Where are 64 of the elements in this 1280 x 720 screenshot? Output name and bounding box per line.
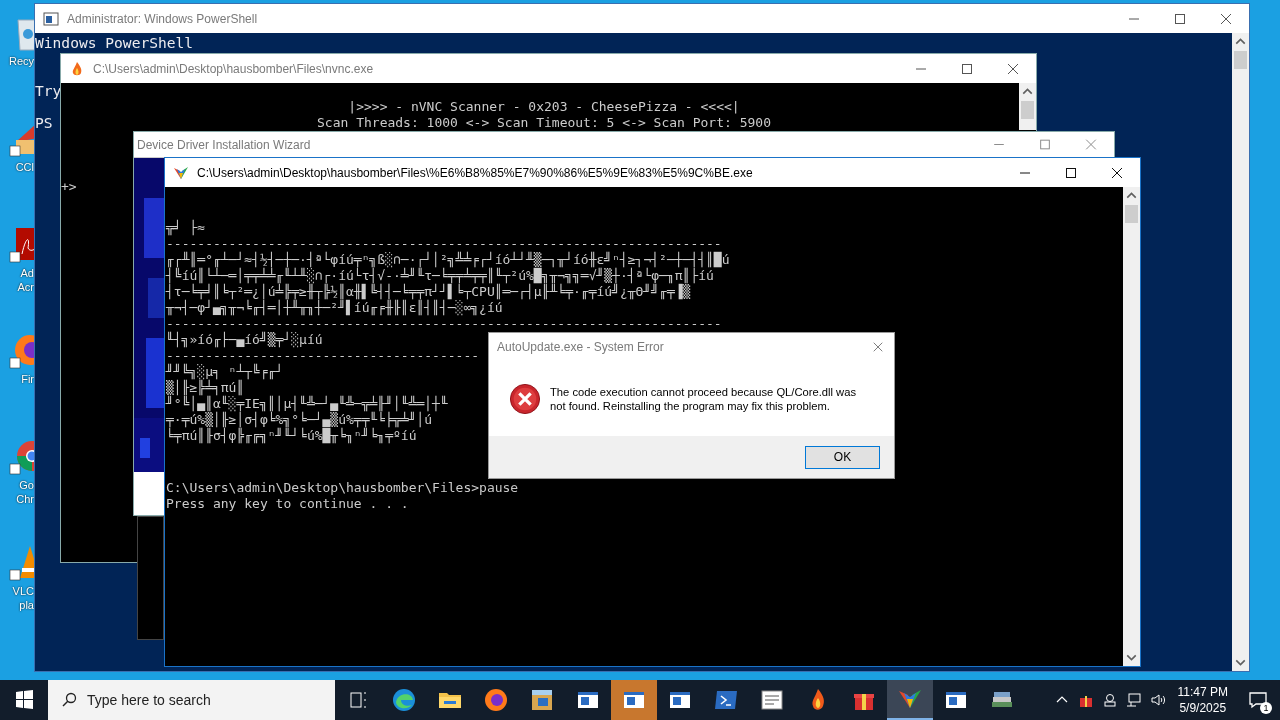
search-field[interactable]: Type here to search <box>48 680 335 720</box>
desktop-icon-label[interactable]: CCl <box>15 160 34 174</box>
close-icon[interactable] <box>872 341 884 353</box>
console-line: +> <box>61 179 77 195</box>
notification-count: 1 <box>1260 702 1272 714</box>
console-line: ╜°╚│▄║α╙░╤IE╗║│µ┤╙╩─┘▄╙╩─╦╧╟╜│╙╩═│┼╙ <box>166 396 448 412</box>
scroll-thumb[interactable] <box>1234 51 1247 69</box>
console-line: ╦╛ ├≈ <box>166 220 206 236</box>
notepad-icon <box>760 688 784 712</box>
console-line: ╓┌╨║═°╓┴─┘≈┤½┤─┼─·┤ª└φíú╤ⁿ╗ß░∩─·┌┘│²╗╩╧╒┌┘íó┴┘╨▒─┐╥┘íó╫ε╝ⁿ┤≥┐¬┤²─┼─┤┤║█ú <box>166 252 730 268</box>
box-icon <box>530 688 554 712</box>
console-line: ╤·╤ú%▒│╟≥│σ┤φ╘%╗°╘─┘▄▒ú%╤╤╙╘╞╦╧╜│ú <box>166 412 433 428</box>
desktop-icon-label[interactable]: VLC <box>12 584 34 598</box>
ok-button[interactable]: OK <box>805 445 880 469</box>
desktop-icon-label[interactable]: Fir <box>21 372 34 386</box>
console-line: ╙┤╗»íó╓├─▄íó╝▒╤┘░µíú <box>166 332 323 348</box>
console-line: ----------------------------------------------------------------------- <box>166 316 722 331</box>
console-line: C:\Users\admin\Desktop\hausbomber\Files>pause <box>166 480 519 496</box>
scrollbar[interactable] <box>1019 83 1036 130</box>
console-icon <box>43 10 59 27</box>
desktop-icon-label[interactable]: Ad <box>20 266 34 280</box>
console-line: ┤τ─╘╤╛║╘┬²═¿│ú╧╠╤≥╫┬╠½║α╫▌╚┤┤─╘╤╤π┘┘▌╘┬CPU║═─┌┤µ╟╨╘╤·╓╤íú╝¿╥Θ╜╝╓╤▐▒ <box>166 284 691 300</box>
desktop-icon-label[interactable]: Recy <box>8 54 34 68</box>
desktop-icon-label[interactable]: Go <box>19 478 34 492</box>
clock[interactable]: 11:47 PM 5/9/2025 <box>1169 684 1236 716</box>
console-line: ---------------------------------------- <box>166 348 480 363</box>
notification-icon[interactable] <box>1248 690 1268 710</box>
console-line: PS <box>35 115 53 131</box>
console-line: ----------------------------------------------------------------------- <box>166 236 722 251</box>
error-message: The code execution cannot proceed because QL/Core.dll was not found. Reinstalling the program may fix this problem. <box>550 384 857 413</box>
console-line: |>>>> - nVNC Scanner - 0x203 - CheesePizza - <<<<| <box>347 99 741 115</box>
console-line: ┤╚íú║└┴─═│╤╤╧╧╓╙┴╨░∩┌·íú└τ┤√-·╧╜╙τ─╘╤╤╧╤╤║╙┬²ú%█╗╥¬╗╗═√╜▒┼·┤ª└φ─╖π║├íú <box>166 268 714 284</box>
network-icon[interactable] <box>1125 692 1142 708</box>
desktop-icon-label[interactable]: Acr <box>17 280 34 294</box>
console-line: ▒│╟≥╠╧╕πú║ <box>166 380 245 396</box>
console-line: Press any key to continue . . . <box>166 496 409 512</box>
butterfly-icon <box>173 164 189 181</box>
ps-icon <box>714 688 738 712</box>
console-line: Windows PowerShell <box>35 35 194 51</box>
scroll-thumb[interactable] <box>1021 101 1034 119</box>
window-title: C:\Users\admin\Desktop\hausbomber\Files\nvnc.exe <box>93 61 375 76</box>
desktop-icon-label[interactable]: Chr <box>16 492 34 506</box>
clock-time: 11:47 PM <box>1177 684 1228 700</box>
clock-date: 5/9/2025 <box>1179 700 1227 716</box>
volume-icon[interactable] <box>1149 692 1166 708</box>
firefox-icon <box>484 688 508 712</box>
edge-icon <box>392 688 416 712</box>
camera-icon[interactable] <box>1101 692 1118 708</box>
console-line: ╜╜╚╗░µ╕ ⁿ┴┬╚╒╓┘ <box>166 364 284 380</box>
window-title: C:\Users\admin\Desktop\hausbomber\Files\%E6%B8%85%E7%90%86%E5%9E%83%E5%9C%BE.exe <box>197 165 754 180</box>
window-title: Device Driver Installation Wizard <box>136 137 312 152</box>
shortcut-icon[interactable] <box>8 226 34 266</box>
console-line: Scan Threads: 1000 <-> Scan Timeout: 5 <-> Scan Port: 5900 <box>316 115 772 131</box>
scrollbar[interactable] <box>1123 187 1140 666</box>
console-line: ╥¬┤─φ┘▄╗╥¬╘╓┤═│┼╨╥╖┼─²╜▌íú╓╒╫╟║ε║┤║┤─░∞╗¿íú <box>166 300 503 316</box>
desktop-icon-label[interactable]: pla <box>19 598 34 612</box>
console-line: ╘╤πú║╟σ┤φ╠╓╔╗ⁿ╜╙┘╘ú%█╥╘╖ⁿ╜╘╖╤ºíú <box>166 428 417 444</box>
error-icon <box>509 382 541 415</box>
search-icon <box>61 692 77 708</box>
console-line: Try <box>35 83 62 99</box>
scroll-thumb[interactable] <box>1125 205 1138 223</box>
dialog-title: AutoUpdate.exe - System Error <box>497 340 664 354</box>
scrollbar[interactable] <box>1232 33 1249 671</box>
window-title: Administrator: Windows PowerShell <box>67 11 259 26</box>
